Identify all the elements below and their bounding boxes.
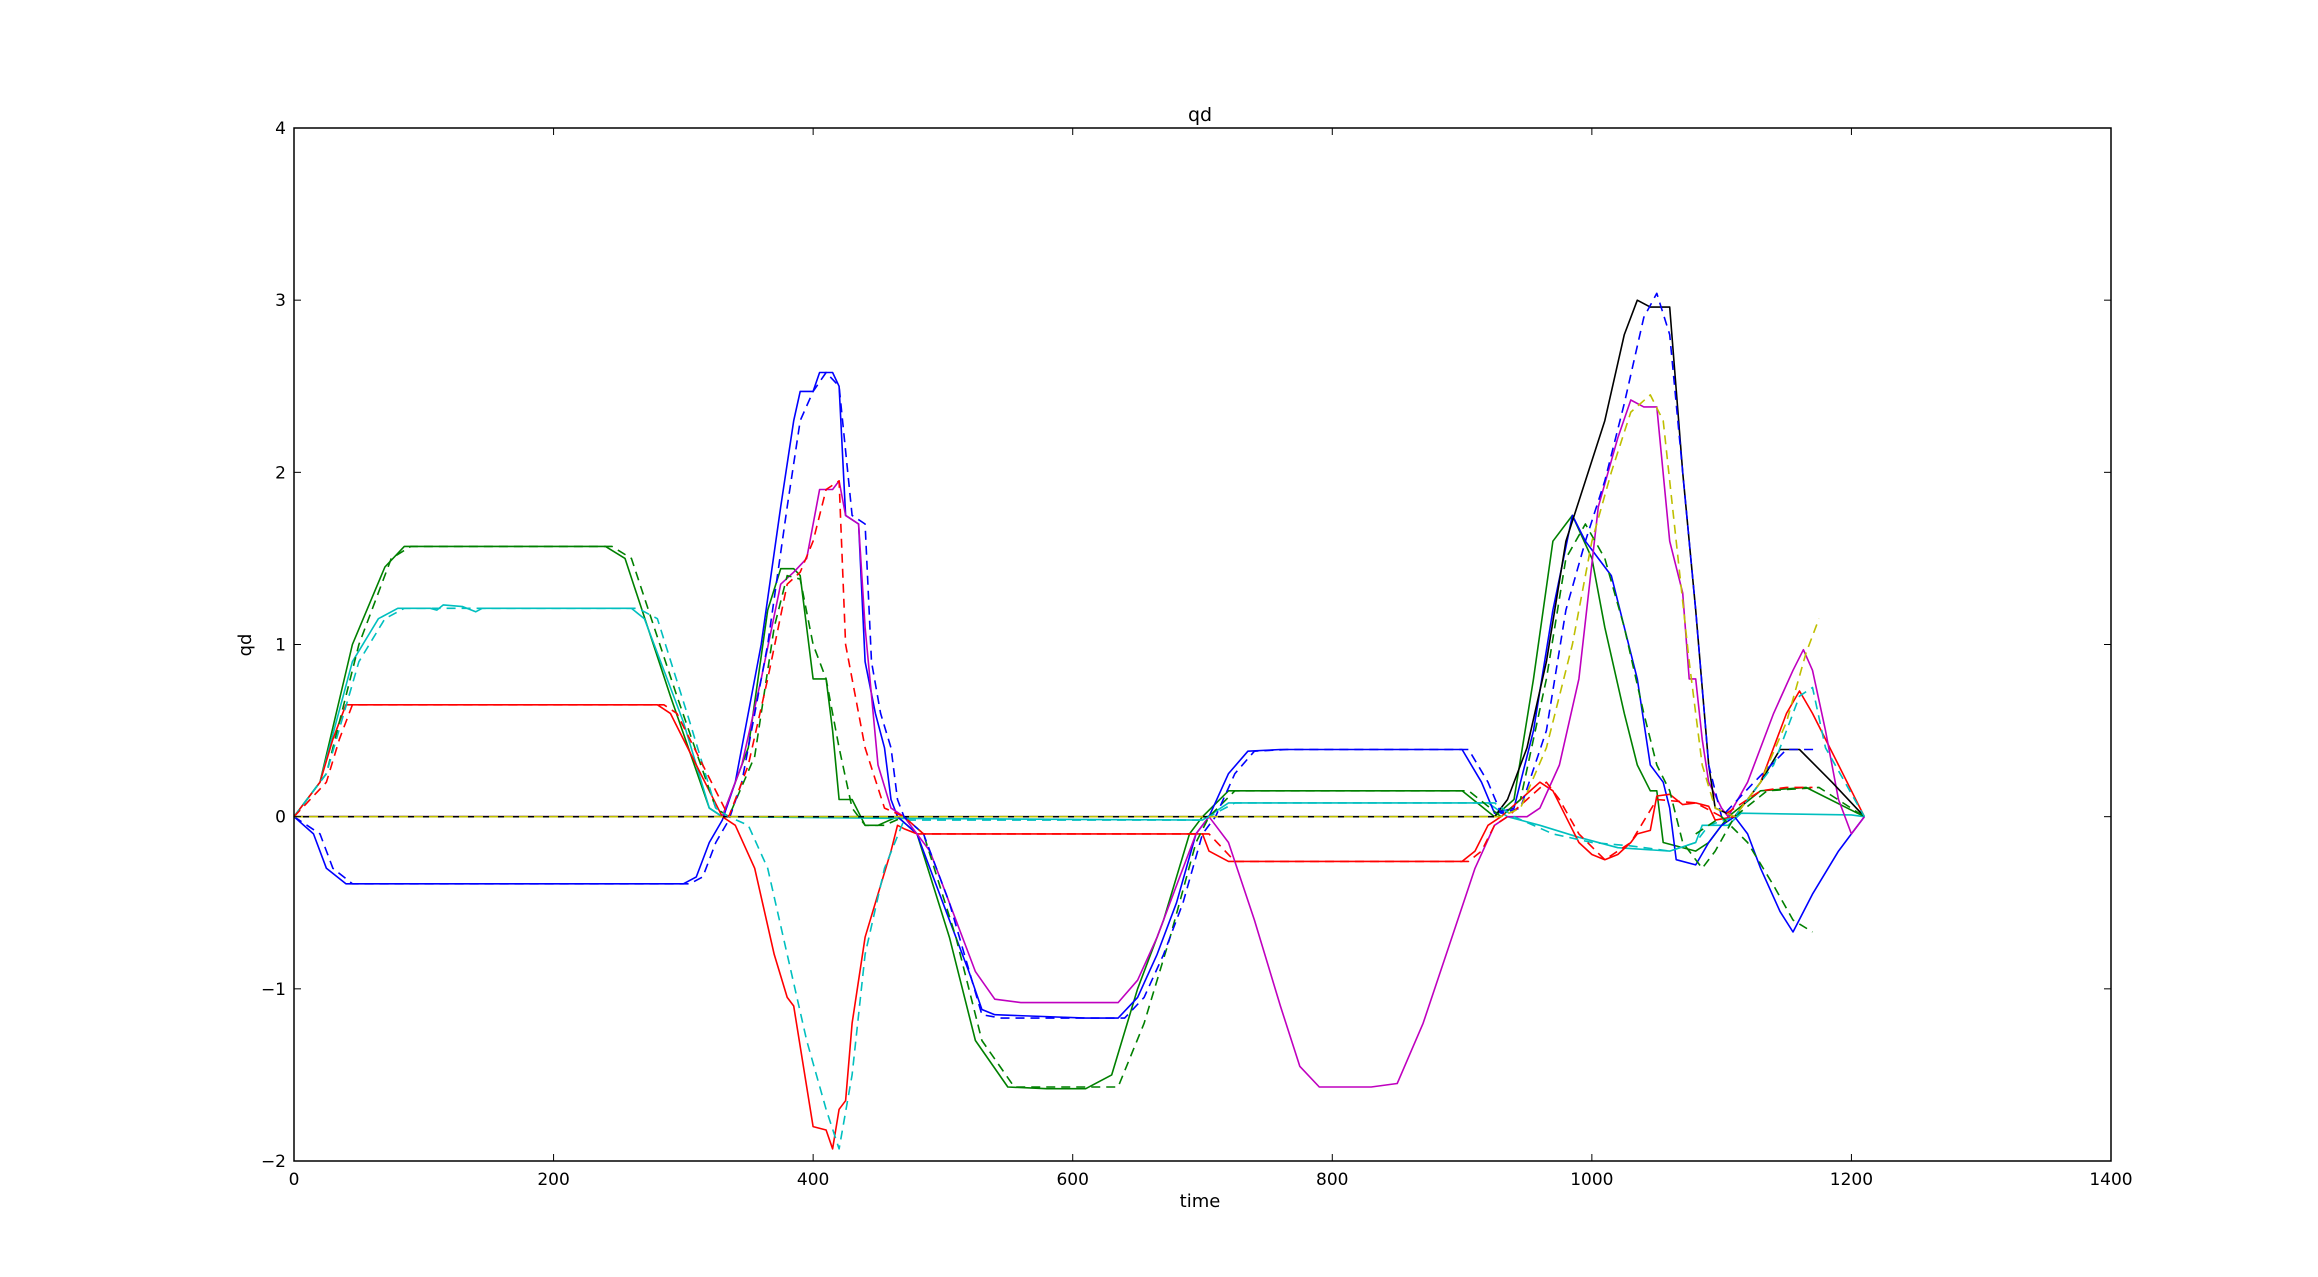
figure-background bbox=[0, 0, 2318, 1277]
x-tick-label: 600 bbox=[1056, 1170, 1088, 1190]
chart-title: qd bbox=[1188, 104, 1212, 126]
x-tick-label: 1000 bbox=[1570, 1170, 1613, 1190]
x-tick-label: 400 bbox=[797, 1170, 829, 1190]
y-tick-label: −2 bbox=[261, 1152, 286, 1172]
y-tick-label: 3 bbox=[275, 291, 286, 311]
y-tick-label: −1 bbox=[261, 980, 286, 1000]
x-tick-label: 0 bbox=[289, 1170, 300, 1190]
x-tick-label: 1200 bbox=[1830, 1170, 1873, 1190]
x-tick-label: 1400 bbox=[2089, 1170, 2132, 1190]
x-axis-label: time bbox=[1180, 1191, 1221, 1212]
y-tick-label: 2 bbox=[275, 463, 286, 483]
x-tick-label: 200 bbox=[537, 1170, 569, 1190]
y-tick-label: 1 bbox=[275, 636, 286, 656]
x-tick-label: 800 bbox=[1316, 1170, 1348, 1190]
line-chart: qd 0 200 400 600 800 1000 1200 1400 −2 −1 0 1 2 3 4 t… bbox=[0, 0, 2318, 1277]
y-tick-label: 4 bbox=[275, 119, 286, 139]
y-axis-label: qd bbox=[235, 634, 256, 657]
y-tick-label: 0 bbox=[275, 808, 286, 828]
